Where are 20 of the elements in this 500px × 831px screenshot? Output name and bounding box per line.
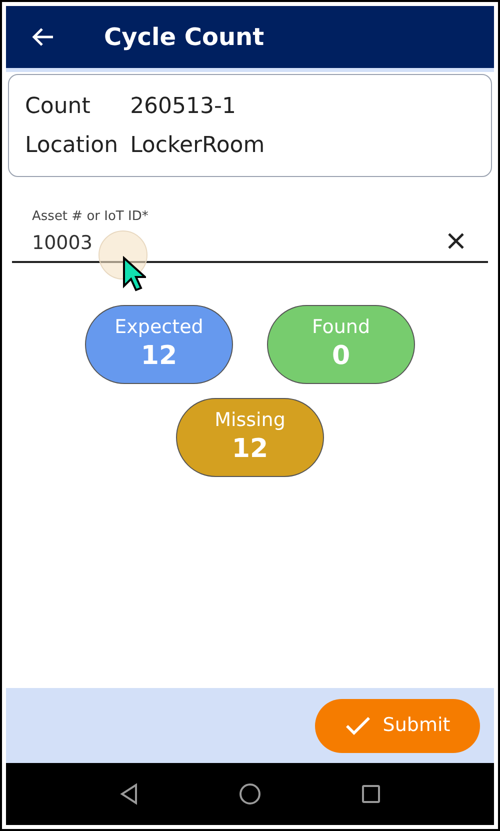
cursor-icon: [122, 256, 146, 292]
counter-label: Missing: [214, 409, 286, 434]
counter-value: 12: [140, 340, 178, 373]
field-label: Asset # or IoT ID*: [32, 208, 150, 226]
back-arrow-icon: [31, 27, 55, 47]
detail-value: LockerRoom: [130, 132, 266, 160]
checkmark-icon: [344, 716, 371, 736]
detail-label: Location: [25, 132, 118, 160]
home-circle-icon[interactable]: [239, 783, 261, 805]
detail-value: 260513-1: [130, 92, 237, 120]
back-triangle-icon[interactable]: [119, 783, 139, 805]
counter-label: Expected: [114, 316, 204, 340]
detail-label: Count: [25, 92, 92, 120]
counter-value: 12: [232, 433, 268, 466]
recent-apps-square-icon[interactable]: [361, 784, 381, 804]
counter-value: 0: [332, 340, 350, 373]
screen-title: Cycle Count: [104, 22, 264, 53]
asset-id-field[interactable]: 10003: [32, 228, 332, 257]
close-icon: [446, 231, 466, 251]
counter-label: Found: [312, 316, 370, 340]
